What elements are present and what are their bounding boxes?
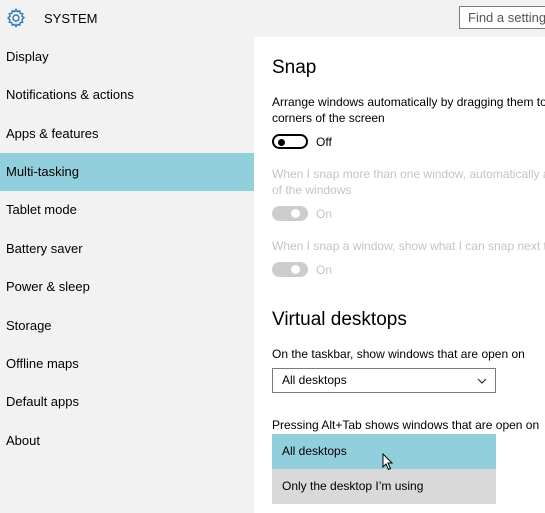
snap-show-next-state: On [316,263,333,277]
sidebar-item-about[interactable]: About [0,422,254,460]
alttab-label: Pressing Alt+Tab shows windows that are … [272,418,540,432]
alttab-option-current-desktop[interactable]: Only the desktop I’m using [272,469,496,504]
main-panel: Snap Arrange windows automatically by dr… [254,37,545,513]
gear-icon[interactable] [6,8,26,28]
snap-adjust-size-toggle[interactable] [272,206,308,221]
sidebar-item-multitasking[interactable]: Multi-tasking [0,153,254,191]
title-bar: SYSTEM [0,0,545,37]
sidebar-item-storage[interactable]: Storage [0,307,254,345]
search-box[interactable] [459,6,545,29]
virtual-desktops-heading: Virtual desktops [272,309,407,330]
toggle-knob [278,138,285,146]
snap-adjust-size-state: On [316,207,333,221]
sidebar-item-display[interactable]: Display [0,38,254,76]
snap-show-next-toggle[interactable] [272,262,308,277]
snap-adjust-size-line2: of the windows [272,183,352,197]
taskbar-dropdown[interactable]: All desktops [272,368,496,393]
sidebar-item-notifications[interactable]: Notifications & actions [0,76,254,114]
sidebar: Display Notifications & actions Apps & f… [0,37,254,513]
mouse-cursor-icon [382,453,394,471]
sidebar-item-power-sleep[interactable]: Power & sleep [0,268,254,306]
snap-heading: Snap [272,57,317,78]
snap-description-line2: corners of the screen [272,111,385,125]
snap-adjust-size-line1: When I snap more than one window, automa… [272,167,545,181]
sidebar-item-tablet-mode[interactable]: Tablet mode [0,191,254,229]
sidebar-item-battery-saver[interactable]: Battery saver [0,230,254,268]
alttab-dropdown-menu: All desktops Only the desktop I’m using [272,434,496,504]
snap-toggle[interactable] [272,134,308,149]
sidebar-item-default-apps[interactable]: Default apps [0,383,254,421]
taskbar-label: On the taskbar, show windows that are op… [272,347,525,361]
snap-show-next-label: When I snap a window, show what I can sn… [272,239,545,253]
toggle-knob [291,265,300,274]
taskbar-dropdown-value: All desktops [282,373,347,387]
snap-description-line1: Arrange windows automatically by draggin… [272,95,545,109]
chevron-down-icon [477,378,487,384]
toggle-knob [291,209,300,218]
search-input[interactable] [460,7,545,25]
sidebar-item-apps-features[interactable]: Apps & features [0,115,254,153]
snap-toggle-state: Off [316,135,332,149]
app-title: SYSTEM [44,11,98,26]
sidebar-item-offline-maps[interactable]: Offline maps [0,345,254,383]
